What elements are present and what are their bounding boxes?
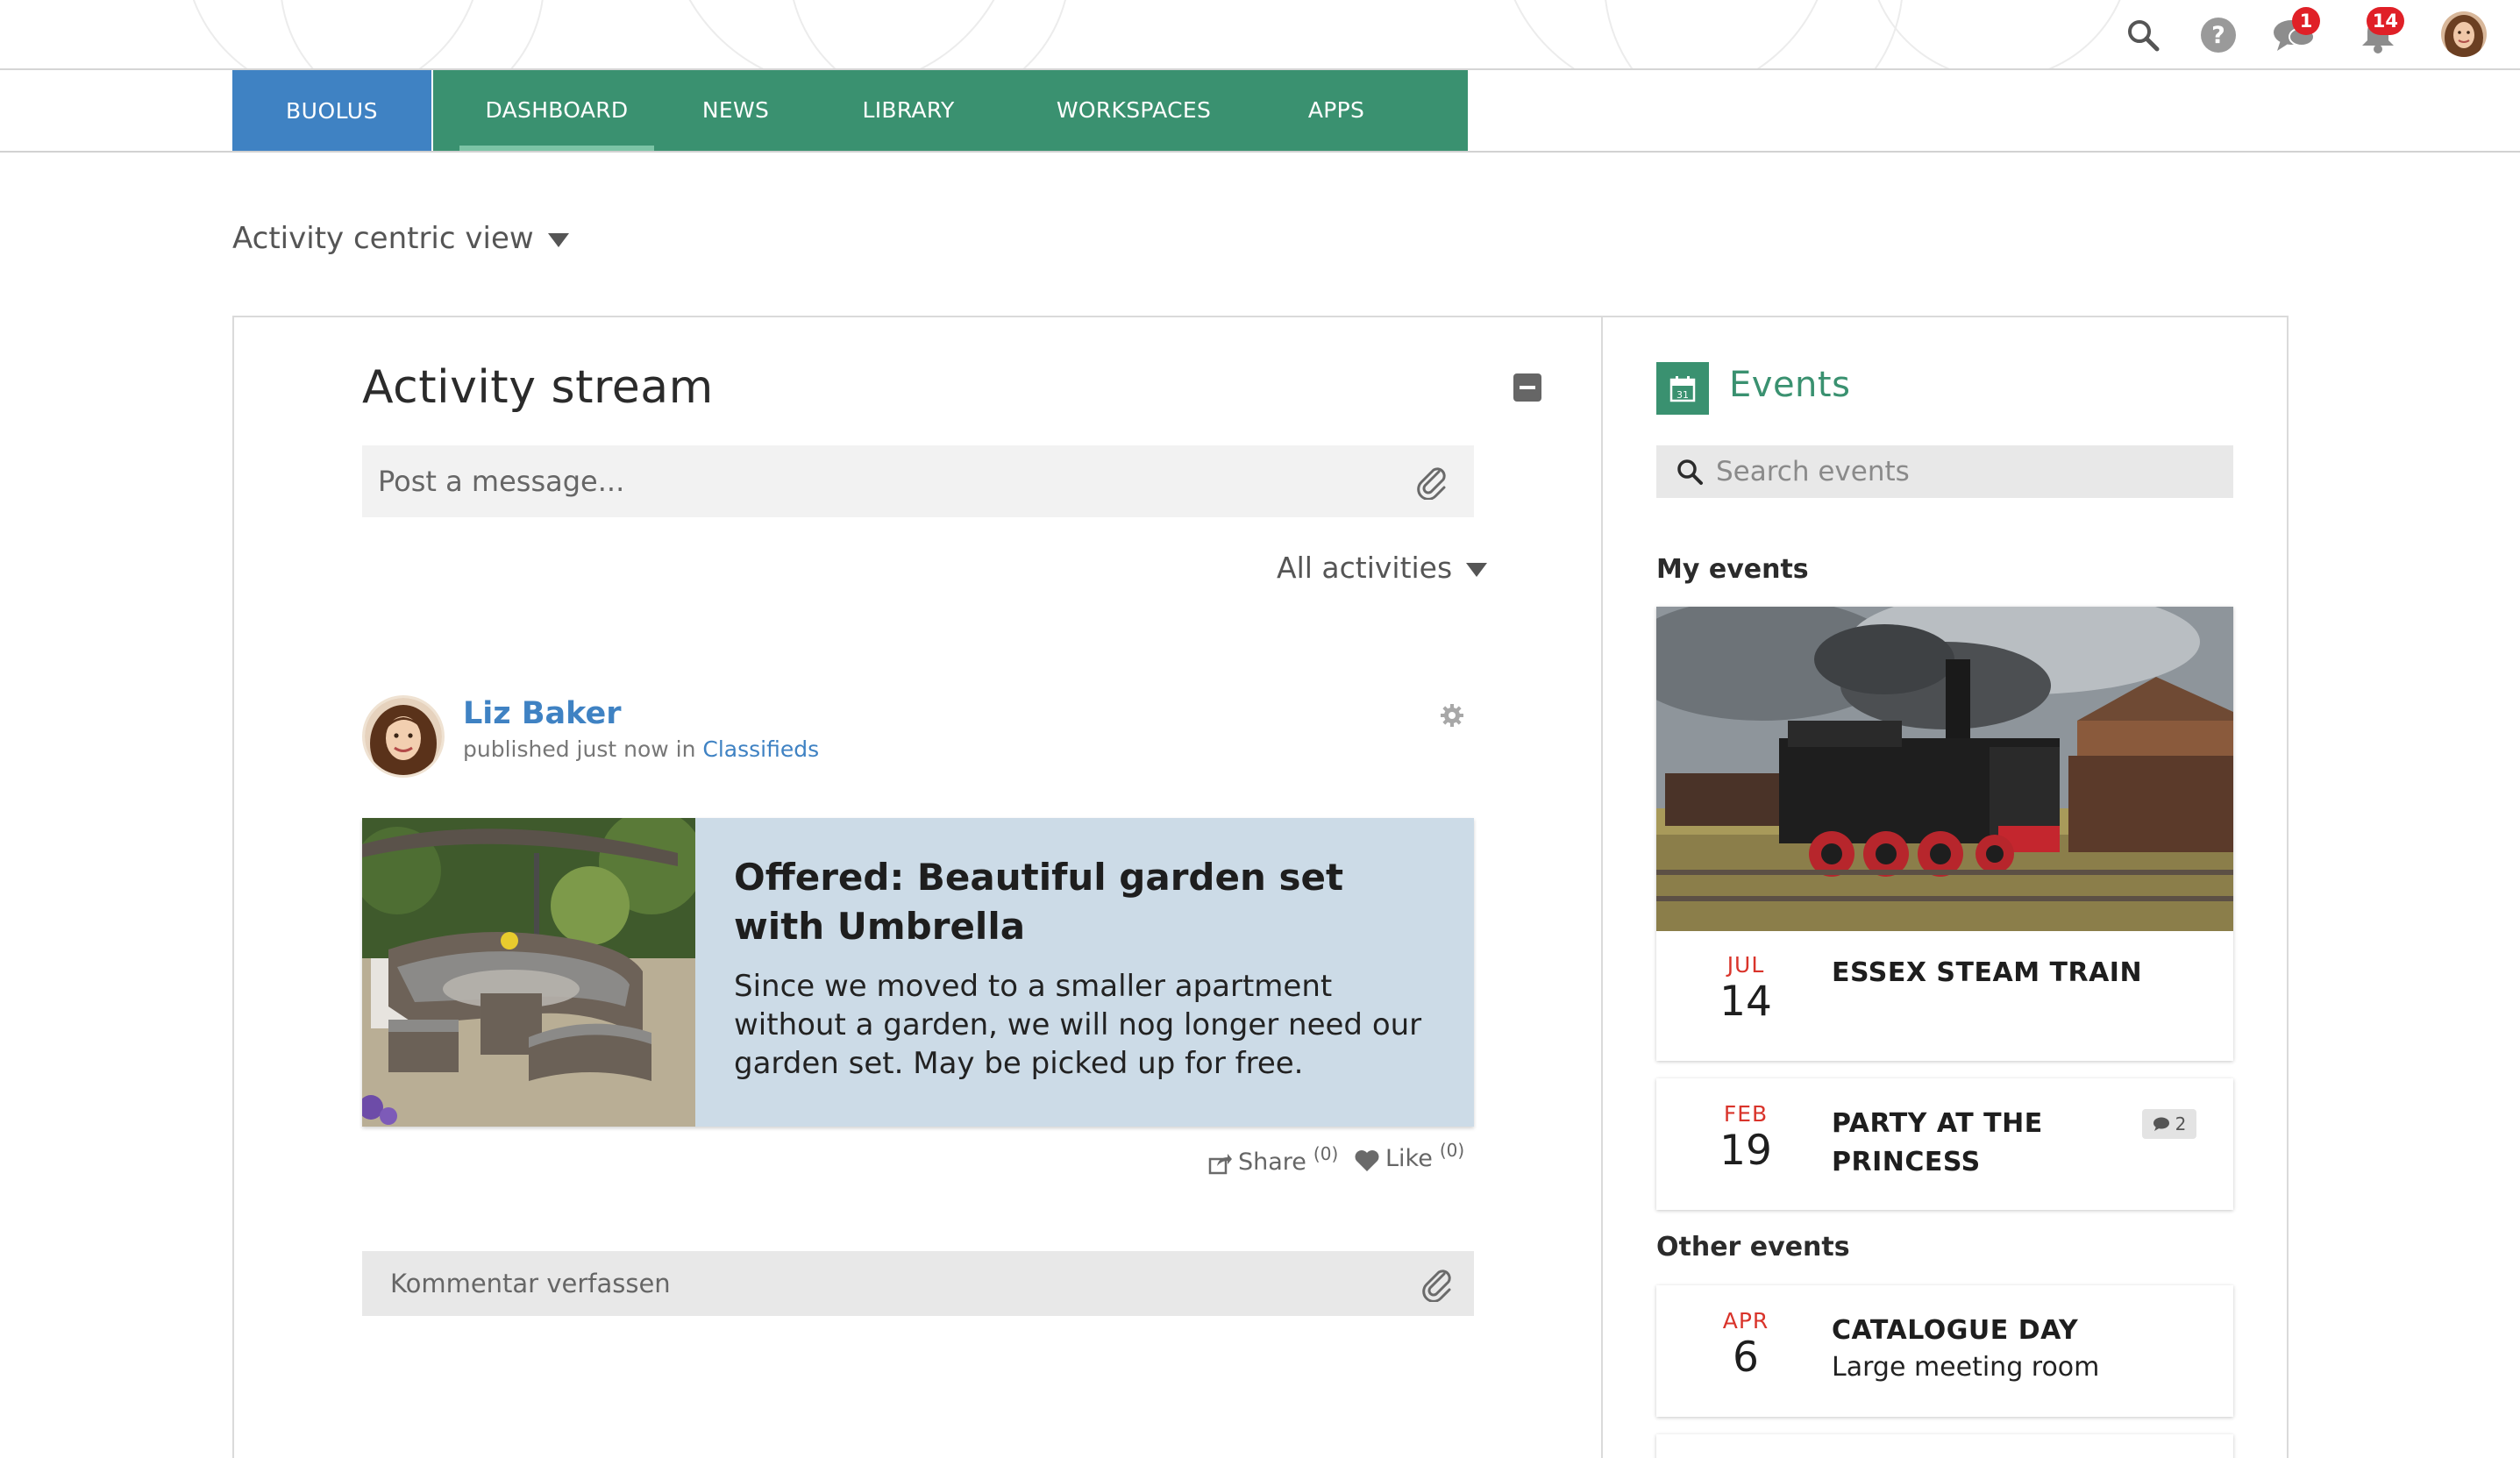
event-card[interactable]: JUL 14 ESSEX STEAM TRAIN [1656, 607, 2233, 1061]
event-name: CATALOGUE DAY [1832, 1315, 2079, 1346]
post-message-input[interactable] [378, 445, 1386, 517]
event-date: FEB 19 [1656, 1101, 1835, 1176]
like-button[interactable]: Like (0) [1354, 1140, 1464, 1173]
events-search-input[interactable] [1716, 445, 2207, 498]
post-author-name[interactable]: Liz Baker [463, 696, 622, 731]
comment-box [362, 1251, 1474, 1316]
post-title: Offered: Beautiful garden set with Umbre… [734, 856, 1344, 948]
event-comment-number: 2 [2175, 1113, 2187, 1134]
event-month: FEB [1723, 1101, 1769, 1127]
tab-apps[interactable]: APPS [1275, 70, 1398, 151]
chat-icon[interactable]: 1 [2269, 7, 2320, 60]
calendar-icon-day: 31 [1676, 389, 1689, 401]
svg-text:?: ? [2211, 22, 2225, 49]
my-events-heading: My events [1656, 554, 1809, 585]
event-date: APR 6 [1656, 1308, 1835, 1383]
event-day: 19 [1719, 1127, 1772, 1175]
share-button[interactable]: Share (0) [1208, 1143, 1338, 1176]
steam-train-image [1656, 607, 2233, 931]
comment-input[interactable] [390, 1251, 1399, 1316]
caret-down-icon [1466, 562, 1488, 577]
attachment-icon[interactable] [1418, 1263, 1456, 1302]
notification-bell-icon[interactable]: 14 [2353, 7, 2404, 60]
search-icon[interactable] [1676, 458, 1704, 486]
like-count: (0) [1439, 1140, 1465, 1161]
post-meta-text: published just now in [463, 736, 696, 762]
tab-workspaces[interactable]: WORKSPACES [1021, 70, 1247, 151]
other-events-heading: Other events [1656, 1232, 1850, 1262]
tab-dashboard[interactable]: DASHBOARD [459, 70, 654, 151]
event-day: 6 [1733, 1334, 1759, 1382]
classified-post-card[interactable]: Offered: Beautiful garden set with Umbre… [362, 818, 1474, 1127]
like-label: Like [1385, 1145, 1433, 1172]
event-location: Large meeting room [1832, 1352, 2100, 1383]
event-name: ESSEX STEAM TRAIN [1832, 957, 2143, 988]
activity-filter-label: All activities [1277, 551, 1453, 585]
post-category-link[interactable]: Classifieds [702, 736, 819, 762]
event-comment-count[interactable]: 2 [2142, 1109, 2196, 1139]
share-icon [1208, 1154, 1232, 1175]
tab-news[interactable]: NEWS [674, 70, 797, 151]
tab-library[interactable]: LIBRARY [829, 70, 987, 151]
top-icons: ? 1 14 [0, 0, 2520, 68]
share-count: (0) [1313, 1143, 1339, 1164]
heart-icon [1355, 1150, 1379, 1171]
comment-icon [2153, 1117, 2169, 1131]
column-divider [1601, 316, 1603, 1458]
event-month: JUL [1726, 952, 1765, 978]
chat-badge: 1 [2292, 7, 2320, 35]
share-label: Share [1238, 1149, 1306, 1176]
main-navigation: BUOLUS DASHBOARD NEWS LIBRARY WORKSPACES… [0, 70, 2520, 153]
calendar-icon: 31 [1656, 362, 1709, 415]
post-message-box [362, 445, 1474, 517]
nav-menu: DASHBOARD NEWS LIBRARY WORKSPACES APPS [433, 70, 1468, 151]
help-icon[interactable]: ? [2194, 11, 2243, 60]
active-tab-indicator [459, 146, 654, 151]
event-day: 14 [1719, 978, 1772, 1026]
user-avatar[interactable] [2441, 11, 2487, 57]
attachment-icon[interactable] [1413, 461, 1451, 500]
event-month: APR [1722, 1308, 1769, 1334]
post-meta: published just now in Classifieds [463, 736, 819, 762]
events-search-box [1656, 445, 2233, 498]
gear-icon[interactable] [1438, 701, 1466, 729]
view-selector-dropdown[interactable]: Activity centric view [232, 221, 569, 256]
view-selector-label: Activity centric view [232, 221, 534, 256]
author-avatar[interactable] [362, 695, 445, 778]
caret-down-icon [547, 233, 569, 247]
minimize-icon[interactable] [1513, 373, 1541, 402]
search-icon[interactable] [2118, 11, 2168, 60]
activity-stream-title: Activity stream [362, 361, 714, 414]
nav-tabs: BUOLUS DASHBOARD NEWS LIBRARY WORKSPACES… [232, 70, 1468, 151]
event-name: PARTY AT THE PRINCESS [1832, 1108, 2043, 1177]
event-date: JUL 14 [1656, 952, 1835, 1027]
garden-set-image [362, 818, 695, 1127]
brand-tab[interactable]: BUOLUS [232, 70, 431, 151]
events-title: Events [1729, 365, 1851, 405]
event-card[interactable] [1656, 1434, 2233, 1458]
activity-filter-dropdown[interactable]: All activities [1277, 551, 1488, 585]
event-card[interactable]: APR 6 CATALOGUE DAY Large meeting room [1656, 1285, 2233, 1417]
top-bar: ? 1 14 [0, 0, 2520, 70]
post-body: Since we moved to a smaller apartment wi… [734, 969, 1422, 1081]
event-card[interactable]: FEB 19 PARTY AT THE PRINCESS 2 [1656, 1078, 2233, 1210]
notification-badge: 14 [2366, 7, 2404, 35]
